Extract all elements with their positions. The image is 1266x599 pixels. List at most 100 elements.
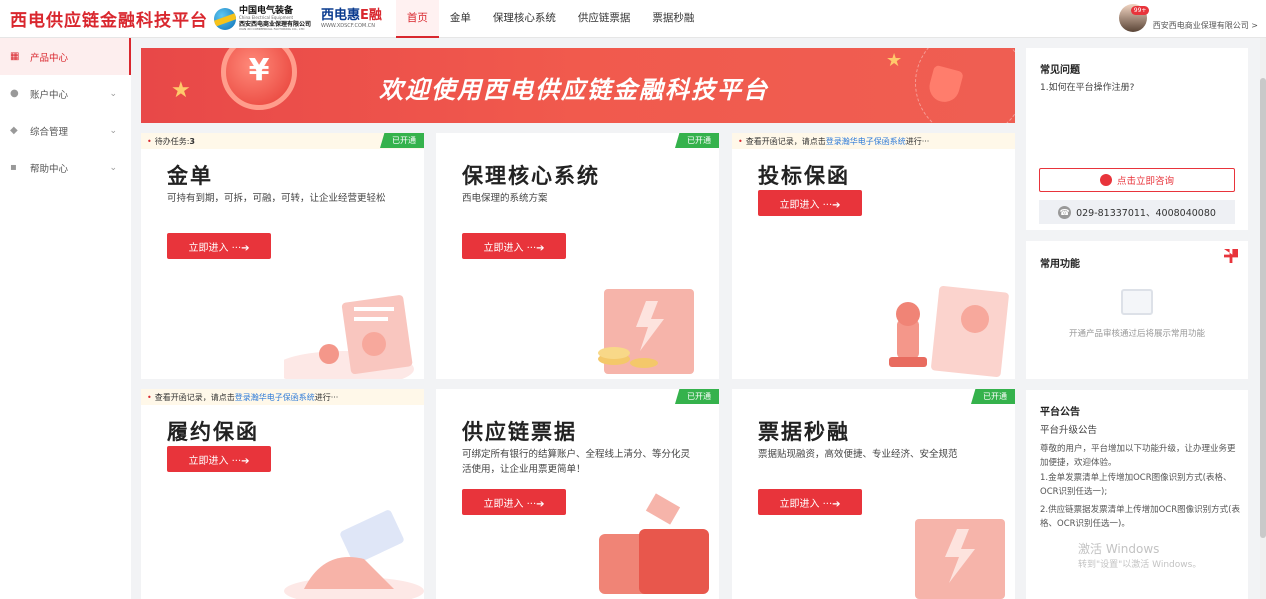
xd-logo-accent: E融 — [360, 7, 382, 23]
chevron-down-icon: ⌄ — [109, 125, 117, 136]
card-description: 票据贴现融资，高效便捷、专业经济、安全规范 — [758, 449, 958, 460]
xd-logo: 西电惠E融 WWW.XDSCF.COM.CN — [321, 9, 382, 29]
sidebar-item-account[interactable]: ● 账户中心 ⌄ — [0, 75, 131, 112]
faq-title: 常见问题 — [1040, 65, 1080, 76]
sidebar-item-label: 产品中心 — [30, 52, 69, 64]
welcome-banner: ¥ ★ ★ 欢迎使用西电供应链金融科技平台 — [141, 48, 1015, 123]
common-functions-empty: 开通产品审核通过后将展示常用功能 — [1068, 329, 1205, 339]
phone-icon — [1099, 174, 1112, 186]
consult-button[interactable]: 点击立即咨询 — [1039, 168, 1235, 192]
top-header: 西电供应链金融科技平台 中国电气装备 China Electrical Equi… — [0, 0, 1266, 38]
card-title: 保理核心系统 — [462, 164, 600, 188]
card-title: 投标保函 — [758, 164, 850, 188]
sidebar-item-management[interactable]: ◆ 综合管理 ⌄ — [0, 112, 131, 149]
product-card-jindan: • 待办任务: 3 已开通 金单 可持有到期，可拆，可融，可转，让企业经营更轻松 … — [141, 133, 424, 379]
yuan-coin-icon: ¥ — [221, 48, 297, 110]
user-menu[interactable]: 99+ 西安西电商业保理有限公司 > — [1118, 4, 1258, 32]
product-card-supply-chain-bill: 已开通 供应链票据 可绑定所有银行的结算账户、全程线上清分、等分化灵活使用，让企… — [436, 389, 719, 599]
grid-icon: ▦ — [10, 50, 20, 62]
xd-logo-url: WWW.XDSCF.COM.CN — [321, 22, 376, 29]
user-icon: ● — [10, 87, 19, 99]
enter-button[interactable]: 立即进入 ···➔ — [758, 489, 862, 515]
guarantee-system-link[interactable]: 登录瀚华电子保函系统 — [235, 392, 315, 403]
cee-logo-english: China Electrical Equipment — [239, 14, 294, 20]
card-payment-illustration — [284, 510, 424, 599]
announcement-title: 平台公告 — [1040, 407, 1080, 418]
card-notice: • 查看开函记录，请点击 登录瀚华电子保函系统 进行··· — [732, 133, 1015, 149]
status-badge: 已开通 — [971, 389, 1015, 404]
card-description: 可持有到期，可拆，可融，可转，让企业经营更轻松 — [167, 193, 386, 204]
empty-box-icon — [1121, 289, 1153, 315]
page-scrollbar[interactable] — [1260, 38, 1266, 599]
sidebar-item-help[interactable]: ▪ 帮助中心 ⌄ — [0, 149, 131, 186]
status-badge: 已开通 — [675, 133, 719, 148]
coins-illustration — [598, 289, 694, 374]
nav-factoring-core[interactable]: 保理核心系统 — [482, 0, 567, 38]
product-card-factoring-core: 已开通 保理核心系统 西电保理的系统方案 立即进入 ···➔ — [436, 133, 719, 379]
chevron-down-icon: ⌄ — [109, 162, 117, 173]
stamp-illustration — [889, 285, 1009, 378]
announcement-item-1: 1.金单发票清单上传增加OCR图像识别方式(表格、OCR识别任选一); — [1040, 473, 1232, 497]
status-badge: 已开通 — [380, 133, 424, 148]
consult-button-label: 点击立即咨询 — [1116, 176, 1174, 187]
notification-badge: 99+ — [1130, 6, 1150, 15]
nav-bill-quick-finance[interactable]: 票据秒融 — [641, 0, 705, 38]
guarantee-system-link[interactable]: 登录瀚华电子保函系统 — [826, 136, 906, 147]
sidebar-item-label: 综合管理 — [30, 126, 69, 138]
card-title: 履约保函 — [167, 420, 259, 444]
chevron-down-icon: ⌄ — [109, 88, 117, 99]
hotline-number: 029-81337011、4008040080 — [1076, 208, 1216, 219]
star-icon: ★ — [171, 78, 191, 103]
todo-count: 3 — [189, 136, 195, 146]
status-badge: 已开通 — [675, 389, 719, 404]
nav-home[interactable]: 首页 — [395, 0, 439, 38]
user-company[interactable]: 西安西电商业保理有限公司 > — [1153, 20, 1258, 31]
avatar[interactable]: 99+ — [1118, 4, 1150, 32]
banner-title: 欢迎使用西电供应链金融科技平台 — [379, 76, 769, 104]
nav-supply-chain-bill[interactable]: 供应链票据 — [567, 0, 642, 38]
hotline: ☎ 029-81337011、4008040080 — [1039, 200, 1235, 224]
cee-logo: 中国电气装备 China Electrical Equipment 西安西电商业… — [214, 6, 311, 31]
sidebar-item-products[interactable]: ▦ 产品中心 — [0, 38, 131, 75]
main-nav: 首页 金单 保理核心系统 供应链票据 票据秒融 — [395, 0, 706, 38]
qr-grid-icon[interactable] — [1224, 249, 1238, 263]
notice-suffix: 进行··· — [905, 136, 930, 146]
card-title: 票据秒融 — [758, 420, 850, 444]
scrollbar-thumb[interactable] — [1260, 78, 1266, 538]
card-description: 可绑定所有银行的结算账户、全程线上清分、等分化灵活使用，让企业用票更简单！ — [462, 449, 691, 475]
enter-button[interactable]: 立即进入 ···➔ — [167, 233, 271, 259]
product-card-performance-guarantee: • 查看开函记录，请点击 登录瀚华电子保函系统 进行··· 履约保函 立即进入 ·… — [141, 389, 424, 599]
card-title: 供应链票据 — [462, 420, 577, 444]
nav-jindan[interactable]: 金单 — [439, 0, 482, 38]
layers-icon: ◆ — [10, 124, 18, 136]
sidebar-item-label: 帮助中心 — [30, 163, 69, 175]
announcement-item-2: 2.供应链票据发票清单上传增加OCR图像识别方式(表格、OCR识别任选一)。 — [1040, 505, 1240, 529]
card-description: 西电保理的系统方案 — [462, 193, 548, 204]
sidebar-item-label: 账户中心 — [30, 89, 69, 101]
card-title: 金单 — [167, 164, 213, 188]
enter-button[interactable]: 立即进入 ···➔ — [758, 190, 862, 216]
cee-logo-company-english: XIAN XD COMMERCIAL FACTORING CO., LTD — [239, 26, 305, 31]
watermark-line1: 激活 Windows — [1078, 542, 1160, 556]
enter-button[interactable]: 立即进入 ···➔ — [462, 489, 566, 515]
chat-icon: ▪ — [10, 161, 17, 173]
telephone-icon: ☎ — [1058, 205, 1072, 219]
product-card-bid-guarantee: • 查看开函记录，请点击 登录瀚华电子保函系统 进行··· 投标保函 立即进入 ·… — [732, 133, 1015, 379]
notice-suffix: 进行··· — [314, 392, 339, 402]
common-functions-title: 常用功能 — [1040, 259, 1080, 270]
sidebar: ▦ 产品中心 ● 账户中心 ⌄ ◆ 综合管理 ⌄ ▪ 帮助中心 ⌄ — [0, 38, 131, 599]
star-icon: ★ — [886, 50, 903, 71]
notice-text: 查看开函记录，请点击 — [745, 136, 826, 146]
card-notice: • 查看开函记录，请点击 登录瀚华电子保函系统 进行··· — [141, 389, 424, 405]
windows-activation-watermark: 激活 Windows 转到"设置"以激活 Windows。 — [1078, 541, 1201, 573]
announcement-subtitle[interactable]: 平台升级公告 — [1040, 422, 1097, 436]
cee-logo-icon — [214, 7, 236, 30]
faq-panel: 常见问题 1.如何在平台操作注册? 点击立即咨询 ☎ 029-81337011、… — [1026, 48, 1248, 230]
todo-label: 待办任务: — [154, 136, 190, 146]
enter-button[interactable]: 立即进入 ···➔ — [167, 446, 271, 472]
watermark-line2: 转到"设置"以激活 Windows。 — [1078, 560, 1202, 570]
platform-brand[interactable]: 西电供应链金融科技平台 — [10, 6, 208, 31]
xd-logo-main: 西电惠 — [321, 7, 361, 23]
enter-button[interactable]: 立即进入 ···➔ — [462, 233, 566, 259]
faq-question[interactable]: 1.如何在平台操作注册? — [1040, 80, 1134, 93]
